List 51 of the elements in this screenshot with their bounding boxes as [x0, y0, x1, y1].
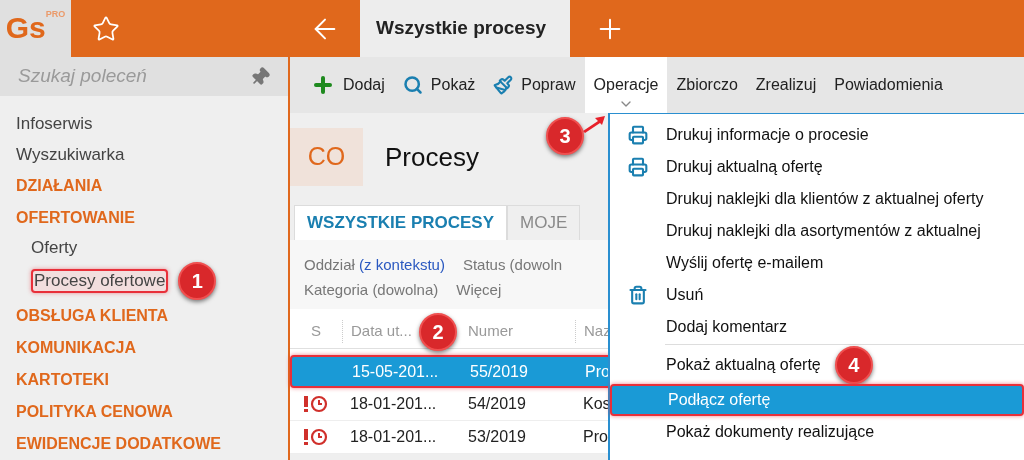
pointer-arrow-icon [582, 115, 606, 133]
menu-item[interactable]: Drukuj naklejki dla asortymentów z aktualnej [610, 215, 989, 247]
search-box[interactable]: Szukaj poleceń [0, 57, 288, 96]
filter-link[interactable]: Status (dowoln [462, 254, 563, 277]
table-cell-text: 18-01-201... [350, 427, 437, 447]
callout-number: 2 [419, 313, 457, 351]
callout-number: 4 [834, 346, 873, 384]
table-cell-text: 54/2019 [468, 394, 526, 414]
printer-icon [628, 157, 648, 177]
sidebar-item[interactable]: Procesy ofertowe [31, 269, 169, 293]
app-tab[interactable]: Wszystkie procesy [360, 0, 570, 57]
sidebar-item[interactable]: Oferty [31, 234, 78, 262]
menu-item[interactable]: Pokaż aktualną ofertę [610, 349, 829, 381]
table-cell-text: 15-05-201... [352, 361, 439, 382]
toolbar-button[interactable]: Powiadomienia [825, 57, 952, 113]
command-search-field[interactable]: Szukaj poleceń [18, 62, 238, 91]
table-cell-text: 53/2019 [468, 427, 526, 447]
toolbar-button[interactable]: Pokaż [393, 57, 485, 113]
page-title: Procesy [385, 140, 479, 174]
toolbar-button[interactable]: Zrealizuj [746, 57, 826, 113]
table-cell-text: Pro [583, 427, 608, 447]
menu-item[interactable]: Wyślij ofertę e-mailem [610, 247, 832, 279]
menu-item[interactable]: Pokaż dokumenty realizujące [610, 416, 883, 448]
table-cell-text: 18-01-201... [350, 394, 437, 414]
trash-icon [628, 285, 648, 305]
sidebar-item[interactable]: Wyszukiwarka [16, 139, 125, 170]
plus-icon [311, 73, 335, 97]
alert-clock-icon [303, 428, 329, 446]
view-tab[interactable]: WSZYSTKIE PROCESY [294, 205, 508, 240]
table-cell-text: 55/2019 [470, 361, 528, 382]
menu-item[interactable]: Drukuj naklejki dla klientów z aktualnej oferty [610, 183, 992, 215]
toolbar-button[interactable]: Zbiorczo [667, 57, 747, 113]
star-icon [92, 14, 120, 43]
toolbar-button[interactable]: Dodaj [302, 57, 394, 113]
filter-link[interactable]: Kategoria (dowolna) [304, 278, 439, 301]
menu-item[interactable]: Drukuj aktualną ofertę [610, 151, 831, 183]
menu-item[interactable]: Dodaj komentarz [610, 311, 795, 343]
filter-link[interactable]: Więcej [456, 278, 502, 301]
callout-number: 3 [546, 117, 584, 155]
search-icon [402, 75, 423, 95]
alert-clock-icon [303, 395, 329, 413]
printer-icon [628, 125, 648, 145]
toolbar-button[interactable]: Operacje [584, 57, 668, 113]
callout-number: 1 [178, 262, 217, 300]
menu-item[interactable]: Drukuj informacje o procesie [610, 119, 877, 151]
menu-item[interactable]: Usuń [610, 279, 712, 311]
paintbrush-icon [493, 75, 514, 95]
filter-link[interactable]: Oddział (z kontekstu) [304, 254, 445, 277]
toolbar-button[interactable]: Popraw [484, 57, 585, 113]
sidebar-item[interactable]: Infoserwis [16, 108, 93, 139]
module-badge: CO [290, 128, 363, 186]
